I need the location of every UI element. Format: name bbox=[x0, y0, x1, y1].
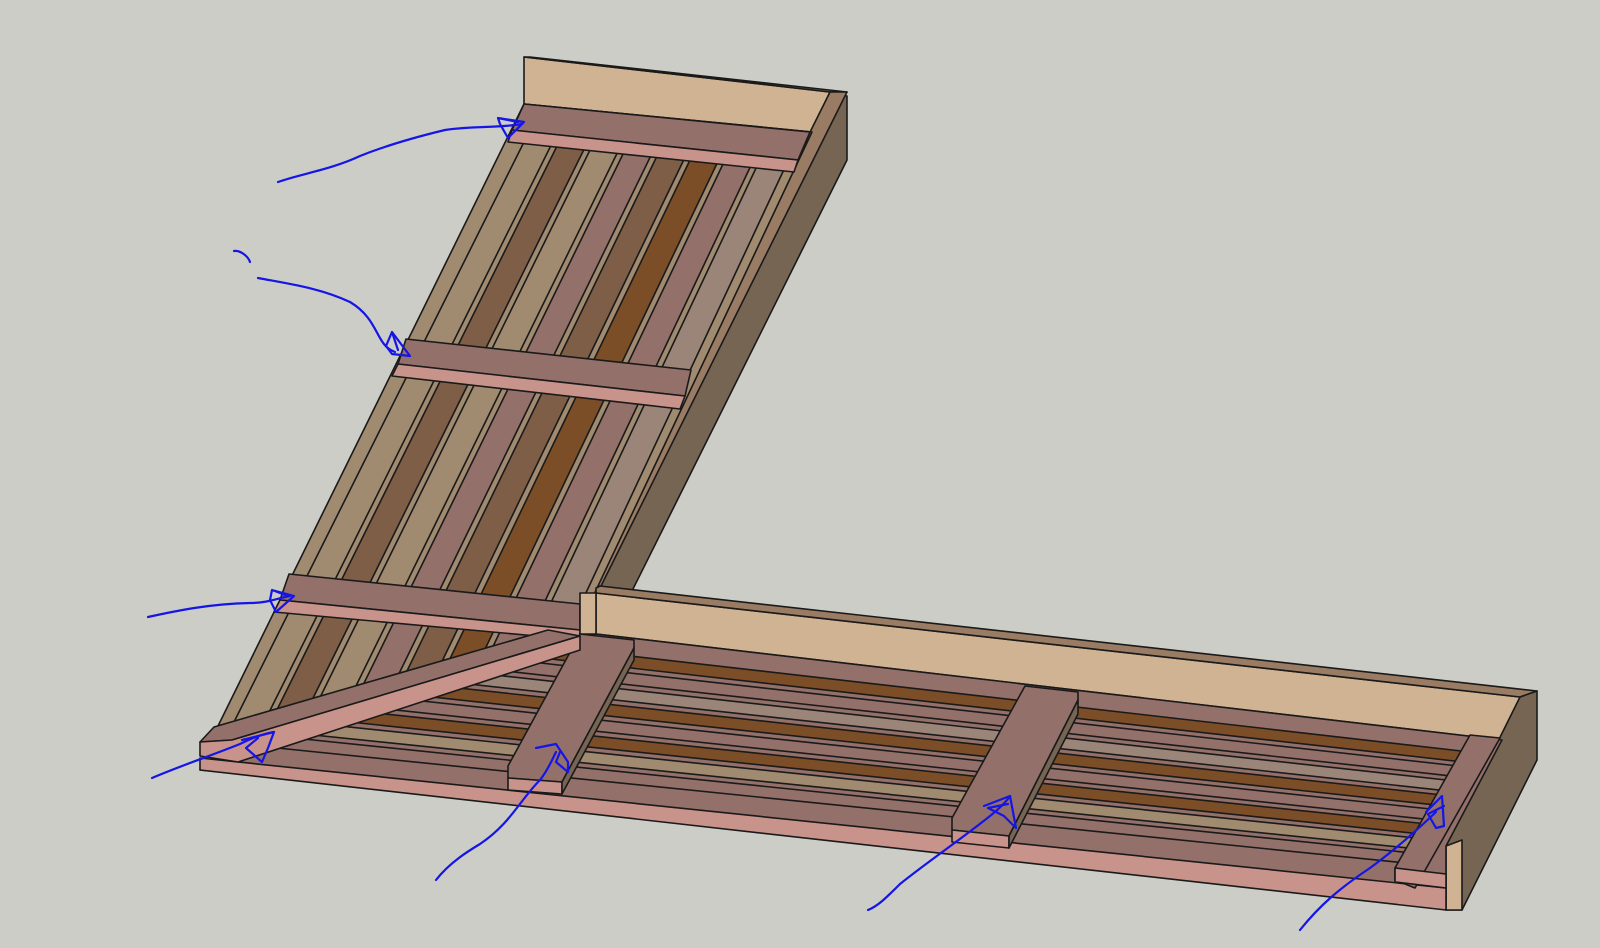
bottom-arm-end-board-face bbox=[1445, 839, 1463, 911]
bottom-arm-corner-post bbox=[579, 592, 597, 635]
wood-frame-drawing bbox=[0, 0, 1600, 948]
